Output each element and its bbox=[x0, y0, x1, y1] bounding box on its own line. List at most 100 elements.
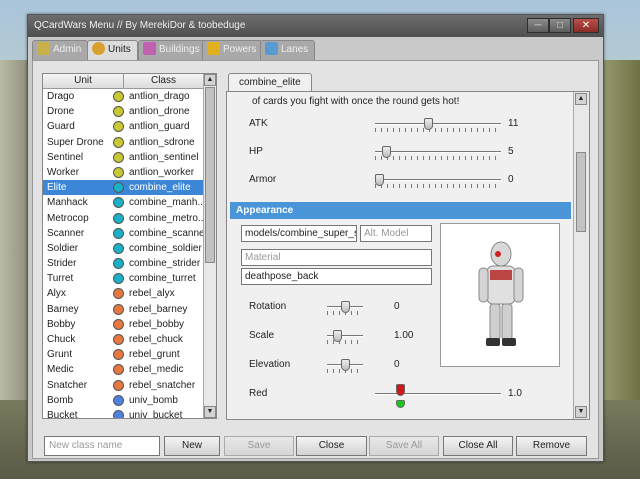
red-label: Red bbox=[249, 388, 268, 399]
list-item[interactable]: Alyx rebel_alyx bbox=[43, 286, 204, 301]
stat-hp-ticks bbox=[375, 156, 501, 160]
list-item[interactable]: Super Drone antlion_sdrone bbox=[43, 135, 204, 150]
picture-icon bbox=[265, 42, 278, 55]
scroll-down-arrow-icon[interactable]: ▼ bbox=[204, 406, 216, 418]
prop-elevation-label: Elevation bbox=[249, 359, 291, 370]
editor-tab[interactable]: combine_elite bbox=[228, 73, 312, 91]
deathpose-field[interactable]: deathpose_back bbox=[241, 268, 432, 285]
class-name: univ_bucket bbox=[129, 409, 183, 419]
list-item[interactable]: Scanner combine_scanner bbox=[43, 226, 204, 241]
tab-lanes[interactable]: Lanes bbox=[260, 40, 316, 60]
list-scrollbar[interactable]: ▲ ▼ bbox=[203, 74, 216, 418]
tab-admin[interactable]: Admin bbox=[32, 40, 89, 60]
stat-hp-slider-knob[interactable] bbox=[382, 146, 392, 158]
stat-hp-value: 5 bbox=[508, 146, 514, 157]
save-button[interactable]: Save bbox=[224, 436, 294, 456]
list-item[interactable]: Manhack combine_manh... bbox=[43, 195, 204, 210]
remove-button[interactable]: Remove bbox=[516, 436, 587, 456]
list-item[interactable]: Metrocop combine_metro... bbox=[43, 211, 204, 226]
stat-atk-slider-knob[interactable] bbox=[424, 118, 434, 130]
unit-name: Manhack bbox=[47, 197, 88, 209]
list-item[interactable]: Guard antlion_guard bbox=[43, 119, 204, 134]
save-all-button[interactable]: Save All bbox=[369, 436, 439, 456]
class-name: univ_bomb bbox=[129, 394, 178, 406]
editor-scrollbar[interactable]: ▲ ▼ bbox=[573, 92, 589, 419]
stat-armor-slider-track[interactable] bbox=[375, 179, 501, 181]
tab-buildings[interactable]: Buildings bbox=[138, 40, 207, 60]
class-color-dot-icon bbox=[113, 334, 124, 345]
tab-units[interactable]: Units bbox=[87, 40, 138, 61]
class-color-dot-icon bbox=[113, 409, 124, 418]
unit-name: Sentinel bbox=[47, 151, 84, 163]
stat-atk-slider-track[interactable] bbox=[375, 123, 501, 125]
list-item[interactable]: Bucket univ_bucket bbox=[43, 408, 204, 419]
list-item[interactable]: Barney rebel_barney bbox=[43, 302, 204, 317]
close-button[interactable]: Close bbox=[296, 436, 367, 456]
qcardwars-menu-window: QCardWars Menu // By MerekiDor & toobedu… bbox=[27, 14, 604, 462]
stat-hp-slider-track[interactable] bbox=[375, 151, 501, 153]
new-class-name-input[interactable]: New class name bbox=[44, 436, 160, 456]
list-item[interactable]: Elite combine_elite bbox=[43, 180, 204, 196]
list-item[interactable]: Snatcher rebel_snatcher bbox=[43, 378, 204, 393]
model-preview[interactable] bbox=[440, 223, 560, 367]
editor-content: of cards you fight with once the round g… bbox=[227, 92, 574, 419]
unit-list[interactable]: Unit Class Drago antlion_drago Drone antlio… bbox=[42, 73, 217, 419]
class-color-dot-icon bbox=[113, 91, 124, 102]
unit-name: Bucket bbox=[47, 409, 78, 419]
stat-armor-value: 0 bbox=[508, 174, 514, 185]
editor-scroll-up-arrow-icon[interactable]: ▲ bbox=[575, 93, 587, 105]
green-slider-knob[interactable] bbox=[396, 400, 406, 408]
class-name: combine_manh... bbox=[129, 197, 203, 209]
class-name: antlion_worker bbox=[129, 166, 195, 178]
prop-rotation-slider-knob[interactable] bbox=[340, 301, 350, 313]
unit-name: Chuck bbox=[47, 334, 76, 345]
close-window-button[interactable]: ✕ bbox=[573, 18, 599, 33]
red-value: 1.0 bbox=[508, 388, 522, 399]
new-button[interactable]: New bbox=[164, 436, 220, 456]
list-item[interactable]: Strider combine_strider bbox=[43, 256, 204, 271]
list-item[interactable]: Drago antlion_drago bbox=[43, 89, 204, 104]
red-slider-track[interactable] bbox=[375, 393, 501, 395]
list-item[interactable]: Soldier combine_soldier bbox=[43, 241, 204, 256]
minimize-button[interactable]: ─ bbox=[527, 18, 549, 33]
list-item[interactable]: Grunt rebel_grunt bbox=[43, 347, 204, 362]
scroll-up-arrow-icon[interactable]: ▲ bbox=[204, 74, 216, 86]
list-item[interactable]: Sentinel antlion_sentinel bbox=[43, 150, 204, 165]
class-name: rebel_bobby bbox=[129, 318, 185, 330]
class-color-dot-icon bbox=[113, 121, 124, 133]
list-item[interactable]: Drone antlion_drone bbox=[43, 104, 204, 119]
editor-scroll-down-arrow-icon[interactable]: ▼ bbox=[575, 406, 587, 418]
tab-powers[interactable]: Powers bbox=[202, 40, 264, 60]
list-item[interactable]: Bomb univ_bomb bbox=[43, 393, 204, 408]
prop-elevation-slider-knob[interactable] bbox=[340, 359, 350, 371]
stat-armor-slider-knob[interactable] bbox=[375, 174, 384, 186]
class-color-dot-icon bbox=[113, 303, 124, 315]
class-color-dot-icon bbox=[113, 136, 124, 148]
class-name: combine_soldier bbox=[129, 242, 202, 254]
column-header-class[interactable]: Class bbox=[124, 74, 204, 89]
list-item[interactable]: Medic rebel_medic bbox=[43, 362, 204, 377]
material-field[interactable]: Material bbox=[241, 249, 432, 266]
list-item[interactable]: Chuck rebel_chuck bbox=[43, 332, 204, 347]
list-item[interactable]: Turret combine_turret bbox=[43, 271, 204, 286]
close-all-button[interactable]: Close All bbox=[443, 436, 513, 456]
list-rows: Drago antlion_drago Drone antlion_drone Guar… bbox=[43, 89, 204, 419]
unit-name: Turret bbox=[47, 273, 74, 285]
unit-name: Alyx bbox=[47, 288, 66, 300]
units-panel: Unit Class Drago antlion_drago Drone antlio… bbox=[32, 60, 599, 459]
list-item[interactable]: Worker antlion_worker bbox=[43, 165, 204, 180]
model-field[interactable]: models/combine_super_so bbox=[241, 225, 357, 242]
list-scroll-thumb[interactable] bbox=[205, 87, 215, 263]
prop-elevation-value: 0 bbox=[394, 359, 400, 370]
maximize-button[interactable]: □ bbox=[549, 18, 571, 33]
red-slider-knob[interactable] bbox=[396, 384, 406, 396]
prop-scale-slider-knob[interactable] bbox=[332, 330, 342, 342]
class-name: antlion_drago bbox=[129, 91, 190, 102]
editor-scroll-thumb[interactable] bbox=[576, 152, 586, 232]
column-header-unit[interactable]: Unit bbox=[43, 74, 124, 89]
title-bar[interactable]: QCardWars Menu // By MerekiDor & toobedu… bbox=[28, 15, 603, 37]
window-title: QCardWars Menu // By MerekiDor & toobedu… bbox=[34, 20, 246, 31]
alt-model-field[interactable]: Alt. Model bbox=[360, 225, 432, 242]
class-name: rebel_chuck bbox=[129, 334, 183, 345]
list-item[interactable]: Bobby rebel_bobby bbox=[43, 317, 204, 332]
